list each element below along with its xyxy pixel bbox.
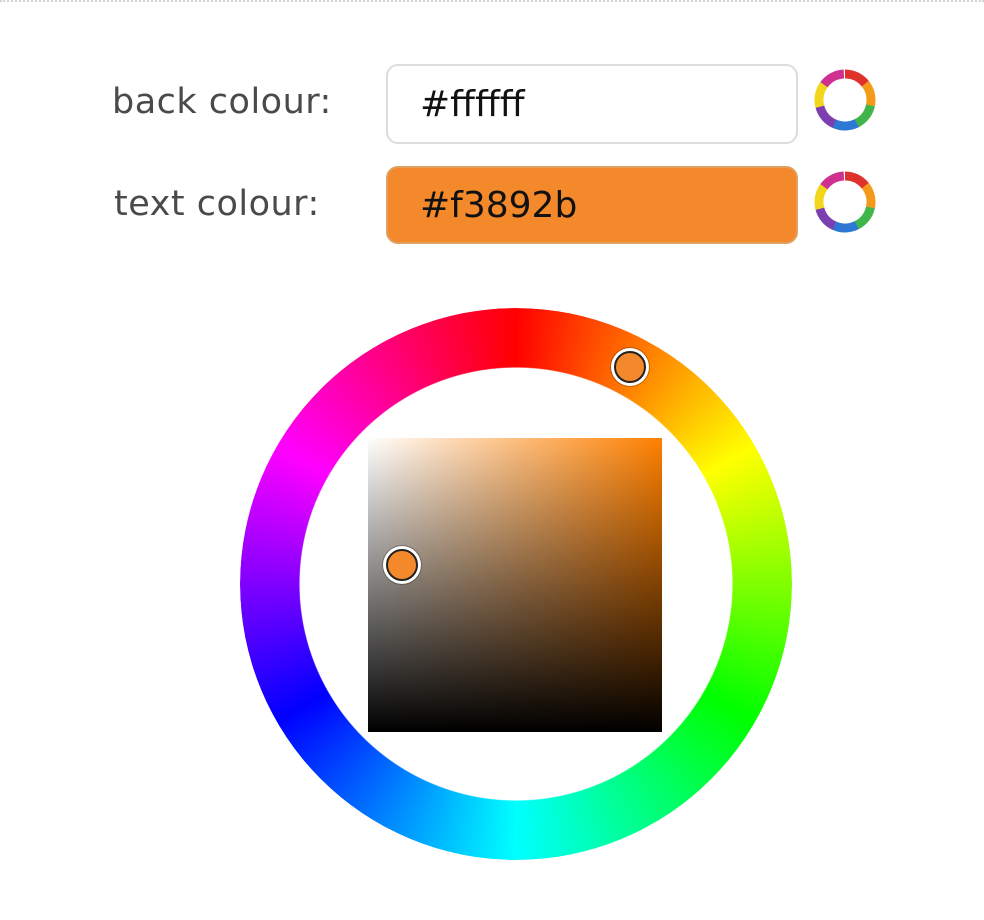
saturation-value-square[interactable]: [368, 438, 662, 732]
text-colour-label: text colour:: [114, 184, 320, 224]
back-colour-wheel-button[interactable]: [812, 67, 878, 133]
back-colour-input[interactable]: [386, 64, 798, 144]
back-colour-row: back colour:: [0, 64, 984, 146]
back-colour-label: back colour:: [112, 82, 332, 122]
colour-wheel-icon: [814, 171, 876, 233]
text-colour-wheel-button[interactable]: [812, 169, 878, 235]
top-divider: [0, 0, 984, 4]
text-colour-row: text colour:: [0, 166, 984, 248]
colour-picker: [240, 308, 792, 860]
text-colour-input[interactable]: [386, 166, 798, 244]
hue-handle[interactable]: [614, 351, 646, 383]
colour-wheel-icon: [814, 69, 876, 131]
saturation-value-handle[interactable]: [386, 549, 418, 581]
